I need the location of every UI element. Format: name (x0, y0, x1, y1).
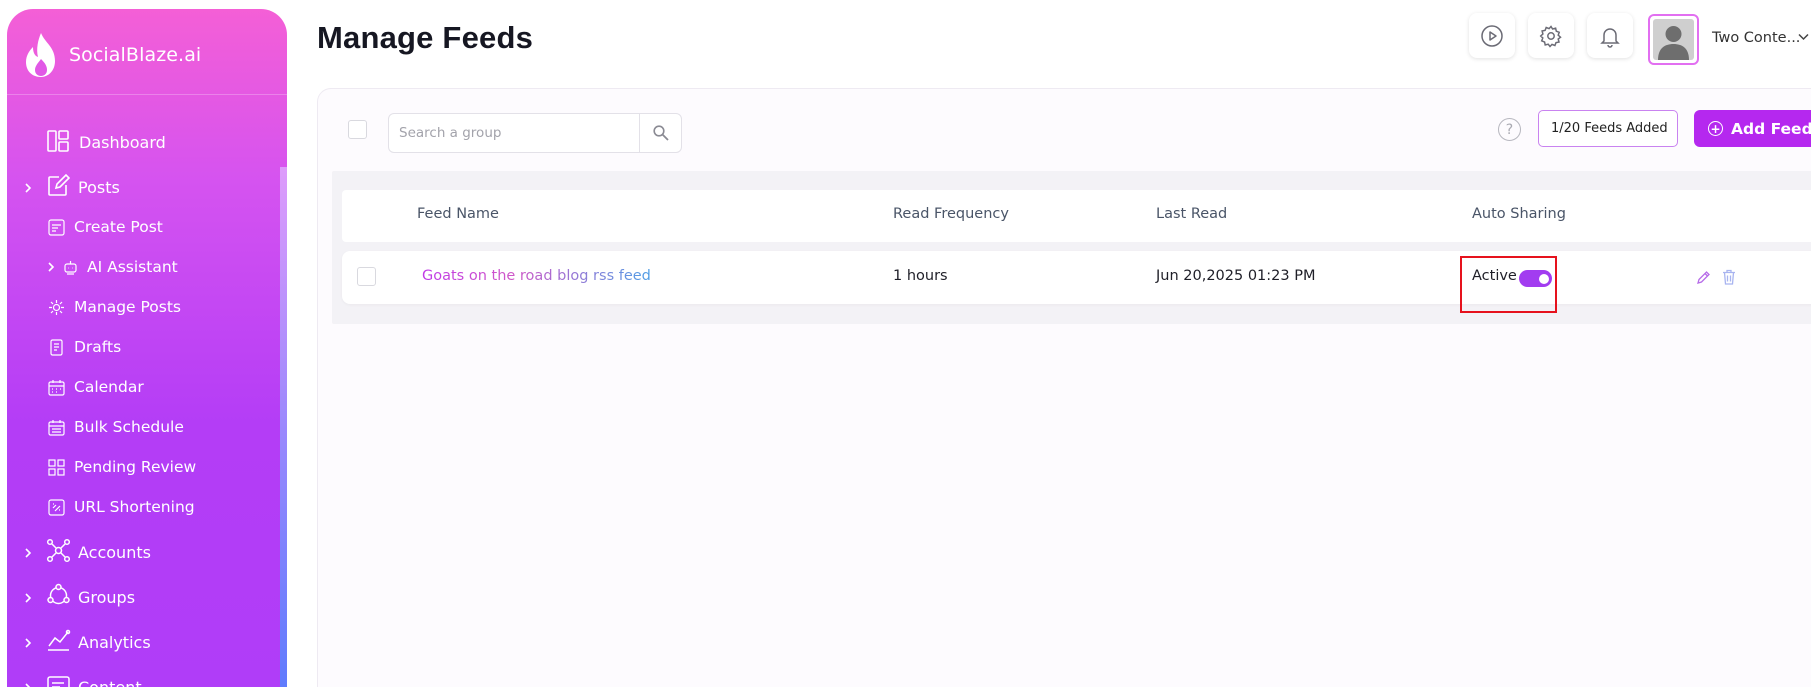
sidebar-item-posts[interactable]: Posts (7, 172, 287, 202)
sidebar-item-label: Analytics (78, 632, 151, 652)
chevron-right-icon[interactable] (44, 260, 58, 274)
sidebar-item-url-shortening[interactable]: URL Shortening (7, 492, 287, 522)
avatar[interactable] (1648, 14, 1699, 65)
sidebar-item-drafts[interactable]: Drafts (7, 332, 287, 362)
sidebar-item-label: Dashboard (79, 132, 166, 152)
trash-icon[interactable] (1722, 269, 1736, 285)
search-icon (652, 125, 669, 141)
robot-icon (64, 261, 77, 275)
sidebar-item-pending-review[interactable]: Pending Review (7, 452, 287, 482)
sidebar-item-label: AI Assistant (87, 258, 178, 276)
row-checkbox[interactable] (357, 267, 376, 286)
groups-icon (47, 583, 70, 605)
feed-name-link[interactable]: Goats on the road blog rss feed (422, 268, 651, 284)
pending-review-icon (48, 459, 65, 476)
page-title: Manage Feeds (317, 20, 534, 55)
sidebar-item-label: Bulk Schedule (74, 418, 184, 436)
sidebar-item-label: Accounts (78, 542, 151, 562)
sidebar-item-label: Pending Review (74, 458, 197, 476)
bulk-schedule-icon (48, 420, 65, 436)
chevron-down-icon[interactable] (1798, 33, 1809, 41)
divider (7, 94, 287, 95)
sidebar-item-accounts[interactable]: Accounts (7, 537, 287, 567)
search-input[interactable] (389, 114, 639, 152)
column-header-last-read[interactable]: Last Read (1156, 206, 1227, 222)
sidebar-item-label: Content (78, 677, 142, 687)
sidebar-item-create-post[interactable]: Create Post (7, 212, 287, 242)
notifications-button[interactable] (1587, 13, 1633, 58)
sidebar-item-calendar[interactable]: Calendar (7, 372, 287, 402)
sidebar-item-content[interactable]: Content (7, 672, 287, 687)
manage-posts-icon (49, 300, 64, 315)
sidebar-item-label: Groups (78, 587, 136, 607)
sidebar-item-bulk-schedule[interactable]: Bulk Schedule (7, 412, 287, 442)
chevron-right-icon[interactable] (21, 181, 35, 195)
plus-circle-icon: + (1708, 121, 1723, 136)
brand[interactable]: SocialBlaze.ai (21, 31, 201, 79)
sidebar: SocialBlaze.ai Dashboard Posts Create Po… (7, 9, 287, 687)
sidebar-item-manage-posts[interactable]: Manage Posts (7, 292, 287, 322)
column-header-feed-name[interactable]: Feed Name (417, 206, 499, 222)
sidebar-item-groups[interactable]: Groups (7, 582, 287, 612)
drafts-icon (50, 339, 63, 356)
search-box (388, 113, 682, 153)
chevron-right-icon[interactable] (21, 546, 35, 560)
column-header-read-frequency[interactable]: Read Frequency (893, 206, 1009, 222)
sidebar-item-label: Manage Posts (74, 298, 182, 316)
url-shortening-icon (48, 499, 65, 516)
sidebar-item-label: Drafts (74, 338, 122, 356)
last-read-value: Jun 20,2025 01:23 PM (1156, 268, 1316, 284)
user-silhouette-icon (1658, 26, 1689, 60)
dashboard-icon (47, 130, 69, 152)
column-header-auto-sharing[interactable]: Auto Sharing (1472, 206, 1566, 222)
user-name[interactable]: Two Conte... (1712, 30, 1800, 46)
sidebar-item-label: Calendar (74, 378, 144, 396)
add-feed-label: Add Feed (1731, 119, 1811, 138)
help-icon[interactable]: ? (1498, 118, 1521, 141)
avatar-placeholder (1653, 19, 1694, 60)
select-all-checkbox[interactable] (348, 120, 367, 139)
chevron-right-icon[interactable] (21, 636, 35, 650)
highlight-box (1460, 256, 1557, 313)
search-button[interactable] (639, 114, 681, 152)
add-feed-button[interactable]: + Add Feed (1694, 110, 1811, 147)
feeds-count-badge: 1/20 Feeds Added (1538, 110, 1678, 147)
sidebar-item-label: Posts (78, 177, 120, 197)
bell-icon (1600, 27, 1620, 48)
sidebar-item-label: Create Post (74, 218, 163, 236)
sidebar-item-ai-assistant[interactable]: AI Assistant (7, 252, 287, 282)
brand-name: SocialBlaze.ai (69, 44, 202, 66)
flame-logo-icon (26, 33, 55, 77)
chevron-right-icon[interactable] (21, 681, 35, 687)
table-header (342, 190, 1811, 242)
calendar-icon (48, 380, 65, 396)
edit-icon[interactable] (1696, 270, 1711, 285)
play-button[interactable] (1469, 13, 1515, 58)
sidebar-item-dashboard[interactable]: Dashboard (7, 127, 287, 157)
create-post-icon (48, 219, 65, 236)
gear-icon (1539, 24, 1562, 48)
sidebar-item-analytics[interactable]: Analytics (7, 627, 287, 657)
play-icon (1481, 24, 1503, 47)
analytics-icon (48, 629, 71, 651)
read-frequency-value: 1 hours (893, 268, 948, 284)
accounts-network-icon (46, 538, 71, 563)
sidebar-item-label: URL Shortening (74, 498, 195, 516)
chevron-right-icon[interactable] (21, 591, 35, 605)
page: SocialBlaze.ai Dashboard Posts Create Po… (0, 0, 1811, 687)
settings-button[interactable] (1528, 13, 1574, 58)
edit-icon (48, 174, 70, 196)
content-icon (47, 676, 70, 687)
